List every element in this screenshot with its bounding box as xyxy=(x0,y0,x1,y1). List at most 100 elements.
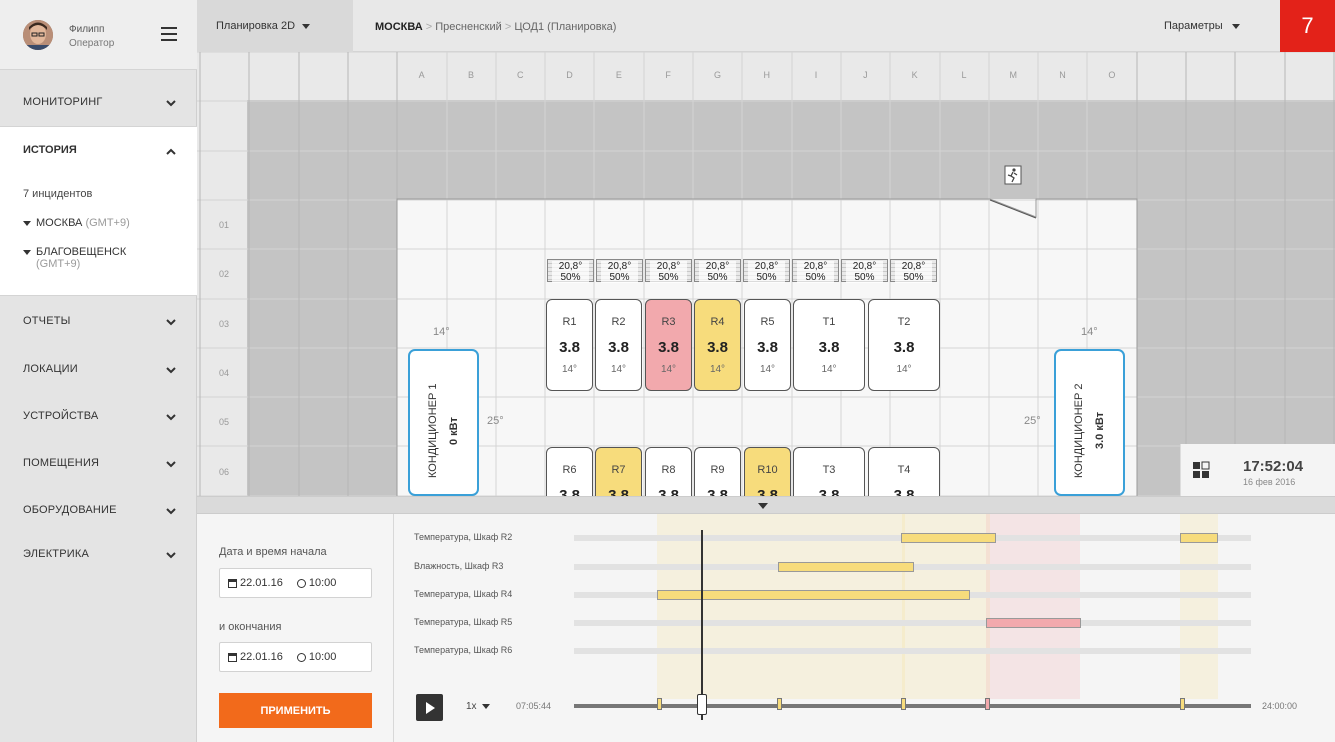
incident-bar[interactable] xyxy=(778,562,914,572)
rack-r6[interactable]: R6 3.8 xyxy=(546,447,593,496)
sensor-temp: 20,8° xyxy=(748,261,785,272)
nav-equipment[interactable]: ОБОРУДОВАНИЕ xyxy=(0,485,197,535)
caret-down-icon xyxy=(23,220,31,226)
rack-name: R8 xyxy=(661,464,676,476)
parameters-dropdown[interactable]: Параметры xyxy=(1164,0,1240,52)
location-name: МОСКВА xyxy=(36,217,83,229)
rack-r8[interactable]: R8 3.8 xyxy=(645,447,692,496)
rack-r5[interactable]: R5 3.8 14° xyxy=(744,299,791,391)
apply-button[interactable]: ПРИМЕНИТЬ xyxy=(219,693,372,728)
sensor[interactable]: 20,8° 50% xyxy=(547,259,594,283)
rack-name: R6 xyxy=(562,464,577,476)
timeline-panel: Температура, Шкаф R2 Влажность, Шкаф R3 … xyxy=(394,514,1335,742)
incident-bar[interactable] xyxy=(986,618,1081,628)
sensor[interactable]: 20,8° 50% xyxy=(841,259,888,283)
nav-monitoring[interactable]: МОНИТОРИНГ xyxy=(0,77,197,127)
timeline-row-label: Влажность, Шкаф R3 xyxy=(414,561,504,571)
top-bar: Планировка 2D МОСКВА > Пресненский > ЦОД… xyxy=(197,0,1335,52)
incident-marker[interactable] xyxy=(985,698,990,710)
column-header: N xyxy=(1059,70,1066,80)
rack-r10[interactable]: R10 3.8 xyxy=(744,447,791,496)
rack-r2[interactable]: R2 3.8 14° xyxy=(595,299,642,391)
user-name: Филипп xyxy=(69,24,105,35)
chevron-up-icon[interactable] xyxy=(166,147,176,157)
rack-value: 3.8 xyxy=(658,487,679,496)
end-datetime-input[interactable]: 22.01.16 10:00 xyxy=(219,642,372,672)
rack-r9[interactable]: R9 3.8 xyxy=(694,447,741,496)
timeline-row-label: Температура, Шкаф R6 xyxy=(414,645,513,655)
ac-unit-2[interactable]: КОНДИЦИОНЕР 2 3.0 кВт xyxy=(1054,349,1125,496)
timeline-handle[interactable] xyxy=(697,694,707,715)
menu-icon[interactable] xyxy=(161,27,177,41)
nav-devices[interactable]: УСТРОЙСТВА xyxy=(0,391,197,441)
panel-collapse-toggle[interactable] xyxy=(197,496,1335,514)
column-header: M xyxy=(1009,70,1017,80)
sensor[interactable]: 20,8° 50% xyxy=(596,259,643,283)
sensor-humidity: 50% xyxy=(748,272,785,283)
sensor-temp: 20,8° xyxy=(797,261,834,272)
alert-badge[interactable]: 7 xyxy=(1280,0,1335,52)
ac-1-side-temp: 25° xyxy=(487,415,504,427)
rack-temp: 14° xyxy=(660,364,677,375)
nav-reports[interactable]: ОТЧЕТЫ xyxy=(0,296,197,346)
layout-toggle[interactable] xyxy=(1180,444,1220,496)
sensor-humidity: 50% xyxy=(895,272,932,283)
incident-marker[interactable] xyxy=(657,698,662,710)
timeline-scrubber[interactable] xyxy=(574,704,1251,708)
incident-bar[interactable] xyxy=(657,590,970,600)
incident-bar[interactable] xyxy=(901,533,996,543)
nav-locations[interactable]: ЛОКАЦИИ xyxy=(0,344,197,394)
rack-t4[interactable]: T4 3.8 xyxy=(868,447,940,496)
breadcrumb: МОСКВА > Пресненский > ЦОД1 (Планировка) xyxy=(375,21,617,33)
ac-unit-1[interactable]: КОНДИЦИОНЕР 1 0 кВт xyxy=(408,349,479,496)
incident-shade xyxy=(986,514,1080,699)
end-time: 10:00 xyxy=(308,651,337,663)
rack-value: 3.8 xyxy=(757,339,778,356)
start-datetime-input[interactable]: 22.01.16 10:00 xyxy=(219,568,372,598)
avatar[interactable] xyxy=(23,20,53,50)
timeline-track xyxy=(574,648,1251,654)
breadcrumb-datacenter[interactable]: ЦОД1 (Планировка) xyxy=(514,21,616,33)
timeline-row-label: Температура, Шкаф R2 xyxy=(414,532,513,542)
calendar-icon xyxy=(228,652,237,662)
row-header: 06 xyxy=(219,466,230,477)
play-button[interactable] xyxy=(416,694,443,721)
sensor[interactable]: 20,8° 50% xyxy=(743,259,790,283)
start-date: 22.01.16 xyxy=(240,577,283,589)
rack-value: 3.8 xyxy=(559,487,580,496)
rack-t3[interactable]: T3 3.8 xyxy=(793,447,865,496)
incident-marker[interactable] xyxy=(777,698,782,710)
incident-marker[interactable] xyxy=(901,698,906,710)
sensor[interactable]: 20,8° 50% xyxy=(645,259,692,283)
nav-history-panel: ИСТОРИЯ 7 инцидентов МОСКВА (GMT+9) БЛАГ… xyxy=(0,126,197,296)
sensor-temp: 20,8° xyxy=(699,261,736,272)
sensor[interactable]: 20,8° 50% xyxy=(694,259,741,283)
rack-temp: 14° xyxy=(896,364,912,375)
row-header: 01 xyxy=(219,220,230,230)
rack-name: T2 xyxy=(897,316,911,328)
location-item[interactable]: МОСКВА (GMT+9) xyxy=(23,217,130,229)
sidebar: Филипп Оператор МОНИТОРИНГ ИСТОРИЯ 7 инц… xyxy=(0,0,197,742)
plan-view-select[interactable]: Планировка 2D xyxy=(197,0,353,52)
sensor[interactable]: 20,8° 50% xyxy=(792,259,839,283)
ac-1-temp: 14° xyxy=(433,326,450,338)
nav-electrical[interactable]: ЭЛЕКТРИКА xyxy=(0,529,197,579)
speed-select[interactable]: 1x xyxy=(466,701,490,712)
nav-history[interactable]: ИСТОРИЯ xyxy=(23,144,77,156)
breadcrumb-district[interactable]: Пресненский xyxy=(435,21,502,33)
nav-rooms[interactable]: ПОМЕЩЕНИЯ xyxy=(0,438,197,488)
sensor[interactable]: 20,8° 50% xyxy=(890,259,937,283)
rack-t2[interactable]: T2 3.8 14° xyxy=(868,299,940,391)
incident-marker[interactable] xyxy=(1180,698,1185,710)
rack-t1[interactable]: T1 3.8 14° xyxy=(793,299,865,391)
incident-bar[interactable] xyxy=(1180,533,1218,543)
breadcrumb-city[interactable]: МОСКВА xyxy=(375,21,423,33)
rack-r3[interactable]: R3 3.8 14° xyxy=(645,299,692,391)
rack-name: R3 xyxy=(661,316,676,328)
ac-unit-name: КОНДИЦИОНЕР 2 xyxy=(1073,383,1085,478)
rack-r4[interactable]: R4 3.8 14° xyxy=(694,299,741,391)
location-name: БЛАГОВЕЩЕНСК xyxy=(36,246,127,258)
rack-r1[interactable]: R1 3.8 14° xyxy=(546,299,593,391)
location-item[interactable]: БЛАГОВЕЩЕНСК (GMT+9) xyxy=(23,246,126,270)
rack-r7[interactable]: R7 3.8 xyxy=(595,447,642,496)
